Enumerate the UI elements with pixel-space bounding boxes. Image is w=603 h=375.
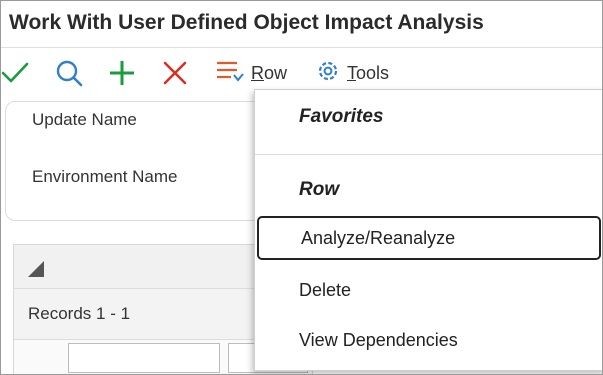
- row-menu-icon: [215, 58, 245, 89]
- delete-x-icon[interactable]: [161, 59, 189, 87]
- grid-filter-input-1[interactable]: [68, 343, 220, 373]
- tools-menu-button[interactable]: Tools: [315, 60, 389, 86]
- title-divider: [1, 47, 602, 48]
- menu-item-view-dependencies[interactable]: View Dependencies: [255, 318, 602, 362]
- tools-menu-label: Tools: [347, 62, 390, 83]
- app-window: Work With User Defined Object Impact Ana…: [0, 0, 603, 375]
- dropdown-divider: [255, 154, 602, 155]
- toolbar: Row Tools: [1, 53, 602, 91]
- collapse-caret-icon[interactable]: [28, 261, 44, 277]
- search-form-panel: Update Name Environment Name: [5, 101, 314, 221]
- search-icon[interactable]: [55, 59, 83, 87]
- ok-check-icon[interactable]: [1, 59, 29, 87]
- row-menu-label: Row: [251, 62, 288, 83]
- gear-icon: [315, 58, 341, 89]
- menu-item-delete[interactable]: Delete: [255, 268, 602, 312]
- add-icon[interactable]: [108, 59, 136, 87]
- records-count: Records 1 - 1: [28, 304, 131, 323]
- menu-item-analyze-reanalyze[interactable]: Analyze/Reanalyze: [257, 216, 601, 260]
- favorites-header: Favorites: [299, 106, 384, 127]
- environment-name-label: Environment Name: [32, 167, 178, 186]
- row-menu-button[interactable]: Row: [215, 60, 287, 86]
- row-dropdown-menu: Favorites Row Analyze/Reanalyze Delete V…: [254, 89, 602, 371]
- update-name-label: Update Name: [32, 110, 137, 129]
- page-title: Work With User Defined Object Impact Ana…: [9, 11, 484, 34]
- row-header: Row: [299, 179, 340, 200]
